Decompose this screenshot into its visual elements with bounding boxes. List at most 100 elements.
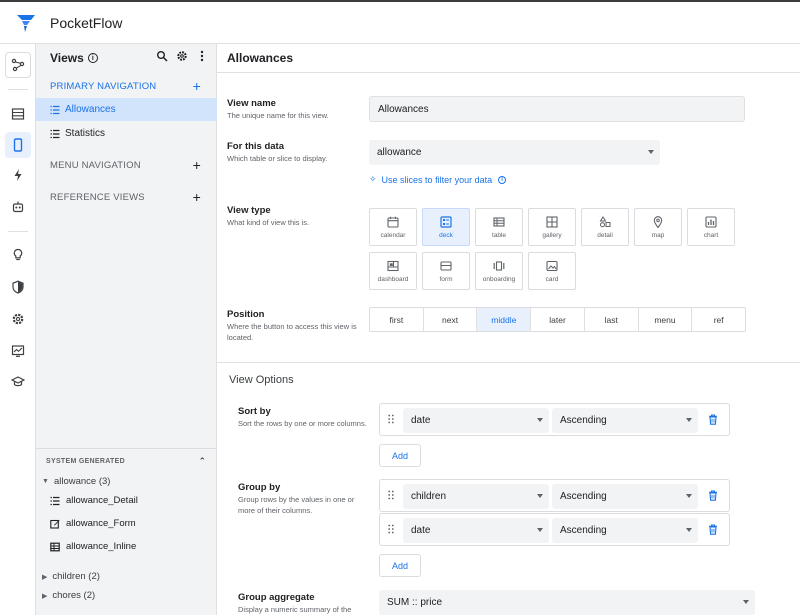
rail-settings-button[interactable] (5, 306, 31, 332)
tree-item-allowance-inline[interactable]: allowance_Inline (50, 541, 136, 552)
position-ref[interactable]: ref (692, 308, 745, 331)
more-vert-icon[interactable] (196, 50, 208, 62)
position-later[interactable]: later (531, 308, 585, 331)
tree-item-allowance-form[interactable]: allowance_Form (50, 518, 136, 529)
group-order-select[interactable]: Ascending (552, 518, 698, 543)
use-slices-link-text: Use slices to filter your data (381, 174, 493, 185)
drag-handle-icon[interactable] (388, 414, 394, 424)
info-icon[interactable]: i (87, 53, 98, 63)
view-type-chart[interactable]: chart (687, 208, 735, 246)
view-type-card[interactable]: card (528, 252, 576, 290)
rail-views-button[interactable] (5, 132, 31, 158)
sort-column-select[interactable]: date (403, 408, 549, 433)
view-type-table[interactable]: table (475, 208, 523, 246)
menu-navigation-section: MENU NAVIGATION + (36, 155, 217, 175)
view-name-label: View name (227, 98, 276, 109)
group-column-select[interactable]: date (403, 518, 549, 543)
add-menu-view-button[interactable]: + (193, 157, 201, 173)
lightbulb-icon (13, 248, 23, 261)
drag-handle-icon[interactable] (388, 524, 394, 534)
caret-down-icon (743, 600, 749, 604)
rail-security-button[interactable] (5, 274, 31, 300)
table-icon (11, 108, 25, 120)
rail-monitor-button[interactable] (5, 338, 31, 364)
position-last[interactable]: last (585, 308, 639, 331)
position-middle[interactable]: middle (477, 308, 532, 331)
rail-intelligence-button[interactable] (5, 242, 31, 268)
delete-icon[interactable] (708, 490, 718, 501)
tree-group-children[interactable]: ▶ children (2) (42, 571, 100, 582)
position-desc: Where the button to access this view is … (227, 322, 357, 342)
map-pin-icon (653, 215, 663, 228)
add-primary-view-button[interactable]: + (193, 78, 201, 94)
add-sort-button[interactable]: Add (379, 444, 421, 467)
tree-item-allowance-detail[interactable]: allowance_Detail (50, 495, 138, 506)
view-type-map[interactable]: map (634, 208, 682, 246)
view-type-calendar[interactable]: calendar (369, 208, 417, 246)
tree-group-label: chores (2) (52, 590, 96, 601)
reference-views-section: REFERENCE VIEWS + (36, 187, 217, 207)
drag-handle-icon[interactable] (388, 490, 394, 500)
for-this-data-label: For this data (227, 141, 285, 152)
page-title: Allowances (227, 51, 294, 65)
view-type-detail[interactable]: detail (581, 208, 629, 246)
search-icon[interactable] (156, 50, 168, 62)
view-name-input[interactable]: Allowances (369, 96, 745, 122)
view-type-gallery[interactable]: gallery (528, 208, 576, 246)
add-group-button[interactable]: Add (379, 554, 421, 577)
system-generated-label: SYSTEM GENERATED (46, 458, 125, 465)
sort-order-select[interactable]: Ascending (552, 408, 698, 433)
group-order-select[interactable]: Ascending (552, 484, 698, 509)
delete-icon[interactable] (708, 524, 718, 535)
rail-learn-button[interactable] (5, 369, 31, 395)
left-rail (0, 44, 36, 615)
use-slices-link[interactable]: ✧ Use slices to filter your data i (369, 174, 507, 185)
reference-views-label: REFERENCE VIEWS (50, 191, 145, 203)
info-icon[interactable]: i (498, 175, 507, 184)
rail-data-button[interactable] (5, 101, 31, 127)
gear-icon[interactable] (176, 50, 188, 62)
table-icon (493, 216, 505, 227)
group-aggregate-desc: Display a numeric summary of the (238, 605, 352, 614)
group-column-select[interactable]: children (403, 484, 549, 509)
caret-down-icon (648, 150, 654, 154)
list-icon (50, 129, 60, 138)
caret-right-icon: ▶ (42, 573, 48, 581)
view-type-label: View type (227, 205, 271, 216)
nav-item-statistics[interactable]: Statistics (36, 122, 217, 145)
top-bar: PocketFlow (0, 0, 800, 44)
position-next[interactable]: next (424, 308, 478, 331)
sparkle-icon: ✧ (369, 174, 377, 184)
rail-bots-button[interactable] (5, 194, 31, 220)
bolt-icon (14, 169, 22, 181)
chevron-up-icon[interactable]: ⌃ (198, 456, 206, 467)
nav-item-allowances[interactable]: Allowances (36, 98, 217, 121)
rail-actions-button[interactable] (5, 162, 31, 188)
group-aggregate-select[interactable]: SUM :: price (379, 590, 755, 615)
flow-icon (11, 58, 25, 72)
rail-flows-button[interactable] (5, 52, 31, 78)
edit-icon (50, 519, 60, 529)
nav-item-label: Statistics (65, 128, 106, 139)
view-type-form[interactable]: form (422, 252, 470, 290)
add-reference-view-button[interactable]: + (193, 189, 201, 205)
group-aggregate-label: Group aggregate (238, 592, 315, 603)
shapes-icon (599, 215, 611, 227)
view-type-dashboard[interactable]: dashboard (369, 252, 417, 290)
views-panel: Views i PRIMARY NAVIGATION + Allowances … (36, 44, 217, 615)
tree-group-allowance[interactable]: ▼ allowance (3) (42, 476, 110, 487)
caret-right-icon: ▶ (42, 592, 48, 600)
view-type-onboarding[interactable]: onboarding (475, 252, 523, 290)
view-type-desc: What kind of view this is. (227, 218, 310, 227)
tree-group-chores[interactable]: ▶ chores (2) (42, 590, 95, 601)
caret-down-icon (686, 418, 692, 422)
tree-item-label: allowance_Detail (66, 495, 138, 506)
tree-item-label: allowance_Form (66, 518, 136, 529)
caret-down-icon (686, 528, 692, 532)
data-source-select[interactable]: allowance (369, 140, 660, 165)
view-options-title: View Options (229, 374, 294, 386)
delete-icon[interactable] (708, 414, 718, 425)
position-menu[interactable]: menu (639, 308, 693, 331)
view-type-deck[interactable]: deck (422, 208, 470, 246)
position-first[interactable]: first (370, 308, 424, 331)
